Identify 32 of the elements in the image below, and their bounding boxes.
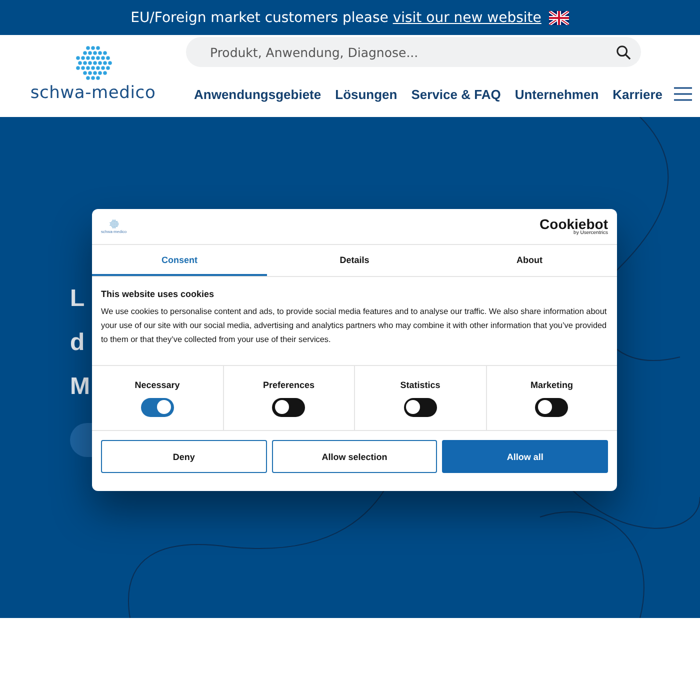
search-field[interactable]: Produkt, Anwendung, Diagnose... bbox=[186, 37, 641, 67]
dialog-title: This website uses cookies bbox=[101, 289, 216, 299]
menu-icon[interactable] bbox=[674, 87, 692, 101]
hero-heading: d bbox=[70, 328, 85, 358]
dialog-button[interactable]: Allow all bbox=[442, 440, 608, 473]
hero-heading: L bbox=[70, 284, 85, 314]
nav-link[interactable]: Lösungen bbox=[335, 87, 398, 102]
flag-icon bbox=[549, 10, 570, 24]
nav-link[interactable]: Unternehmen bbox=[514, 87, 599, 102]
category-label: Necessary bbox=[134, 380, 180, 390]
logo-icon bbox=[108, 219, 119, 229]
dialog-button[interactable]: Deny bbox=[101, 440, 267, 473]
category-label: Preferences bbox=[262, 380, 315, 390]
brand-logo-text: Cookiebot bbox=[540, 217, 608, 231]
website-link[interactable]: visit our new website bbox=[392, 10, 542, 26]
toggle-switch[interactable] bbox=[140, 398, 174, 416]
toggle-switch[interactable] bbox=[535, 398, 568, 416]
category-label: Marketing bbox=[530, 380, 573, 390]
dialog-text: We use cookies to personalise content and ads, to provide social media features and to analyse our traffic. We also share information about your use of our site with our social media, advertising and analytics partners who may combine it with other information that you’ve provided to them or that they’ve collected from your use of their services. bbox=[101, 306, 608, 346]
logo-text: schwa-medico bbox=[30, 83, 156, 103]
logo-icon bbox=[73, 43, 113, 83]
toggle-switch[interactable] bbox=[272, 398, 306, 416]
dialog-tab[interactable]: Consent bbox=[92, 245, 267, 276]
banner-text: EU/Foreign market customers please bbox=[130, 10, 390, 26]
search-icon[interactable] bbox=[616, 45, 631, 60]
category-label: Statistics bbox=[400, 380, 440, 390]
dialog-button[interactable]: Allow selection bbox=[272, 440, 438, 473]
nav-link[interactable]: Anwendungsgebiete bbox=[194, 87, 322, 102]
hero-heading: M bbox=[70, 372, 90, 402]
nav-link[interactable]: Service & FAQ bbox=[411, 87, 501, 102]
nav-link[interactable]: Karriere bbox=[612, 87, 663, 102]
toggle-switch[interactable] bbox=[404, 398, 437, 416]
